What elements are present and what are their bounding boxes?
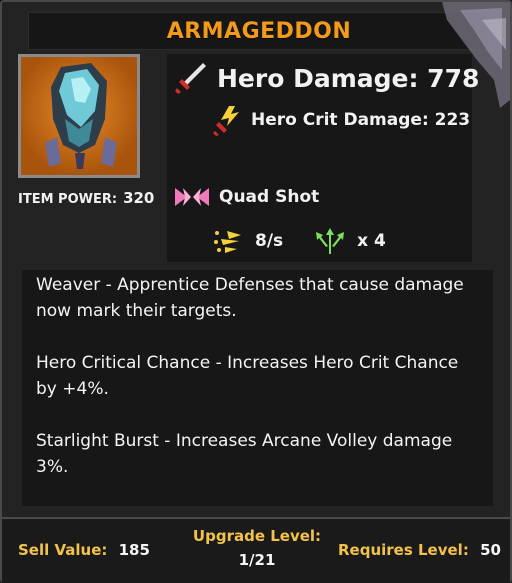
title-bar: ARMAGEDDON xyxy=(28,12,490,50)
sell-value-amount: 185 xyxy=(118,541,150,559)
projectile-row: Quad Shot xyxy=(173,186,319,208)
stats-panel: Hero Damage: 778 Hero Crit Damage: 223 Q… xyxy=(167,54,479,262)
item-portrait xyxy=(18,54,140,178)
sell-value-label: Sell Value: xyxy=(18,541,108,559)
item-title: ARMAGEDDON xyxy=(166,18,352,44)
hero-crit-row: Hero Crit Damage: 223 xyxy=(213,104,470,136)
projectile-count-text: x 4 xyxy=(357,231,386,251)
fire-rate-row: 8/s x 4 xyxy=(213,226,386,256)
sword-icon xyxy=(175,63,206,94)
crit-burst-icon xyxy=(213,106,239,136)
item-power: ITEM POWER: 320 xyxy=(18,189,154,207)
trident-arrow-icon xyxy=(316,228,345,254)
upgrade-level: Upgrade Level: 1/21 xyxy=(182,527,332,569)
requires-level-label: Requires Level: xyxy=(338,541,469,559)
item-power-label: ITEM POWER: xyxy=(18,192,118,207)
requires-level-value: 50 xyxy=(480,541,501,559)
hero-damage-row: Hero Damage: 778 xyxy=(173,60,479,96)
armor-gauntlet-icon xyxy=(21,57,137,175)
upgrade-level-value: 1/21 xyxy=(238,551,276,569)
perk-weaver: Weaver - Apprentice Defenses that cause … xyxy=(36,275,464,321)
sell-value: Sell Value: 185 xyxy=(18,541,150,559)
hero-damage-text: Hero Damage: 778 xyxy=(217,63,480,93)
double-arrow-icon xyxy=(175,188,209,206)
item-tooltip: ARMAGEDDON ITEM POWER: 320 Hero Damage: … xyxy=(0,0,512,583)
speed-icon xyxy=(214,231,241,253)
upgrade-level-label: Upgrade Level: xyxy=(192,527,322,545)
perks-panel: Weaver - Apprentice Defenses that cause … xyxy=(22,270,493,506)
item-footer: Sell Value: 185 Upgrade Level: 1/21 Requ… xyxy=(2,517,510,583)
perk-hero-crit-chance: Hero Critical Chance - Increases Hero Cr… xyxy=(36,353,459,399)
perk-starlight-burst: Starlight Burst - Increases Arcane Volle… xyxy=(36,431,453,477)
item-power-value: 320 xyxy=(123,189,155,207)
projectile-type-text: Quad Shot xyxy=(219,187,320,207)
hero-crit-text: Hero Crit Damage: 223 xyxy=(251,110,471,130)
fire-rate-text: 8/s xyxy=(255,231,284,251)
requires-level: Requires Level: 50 xyxy=(338,541,501,559)
